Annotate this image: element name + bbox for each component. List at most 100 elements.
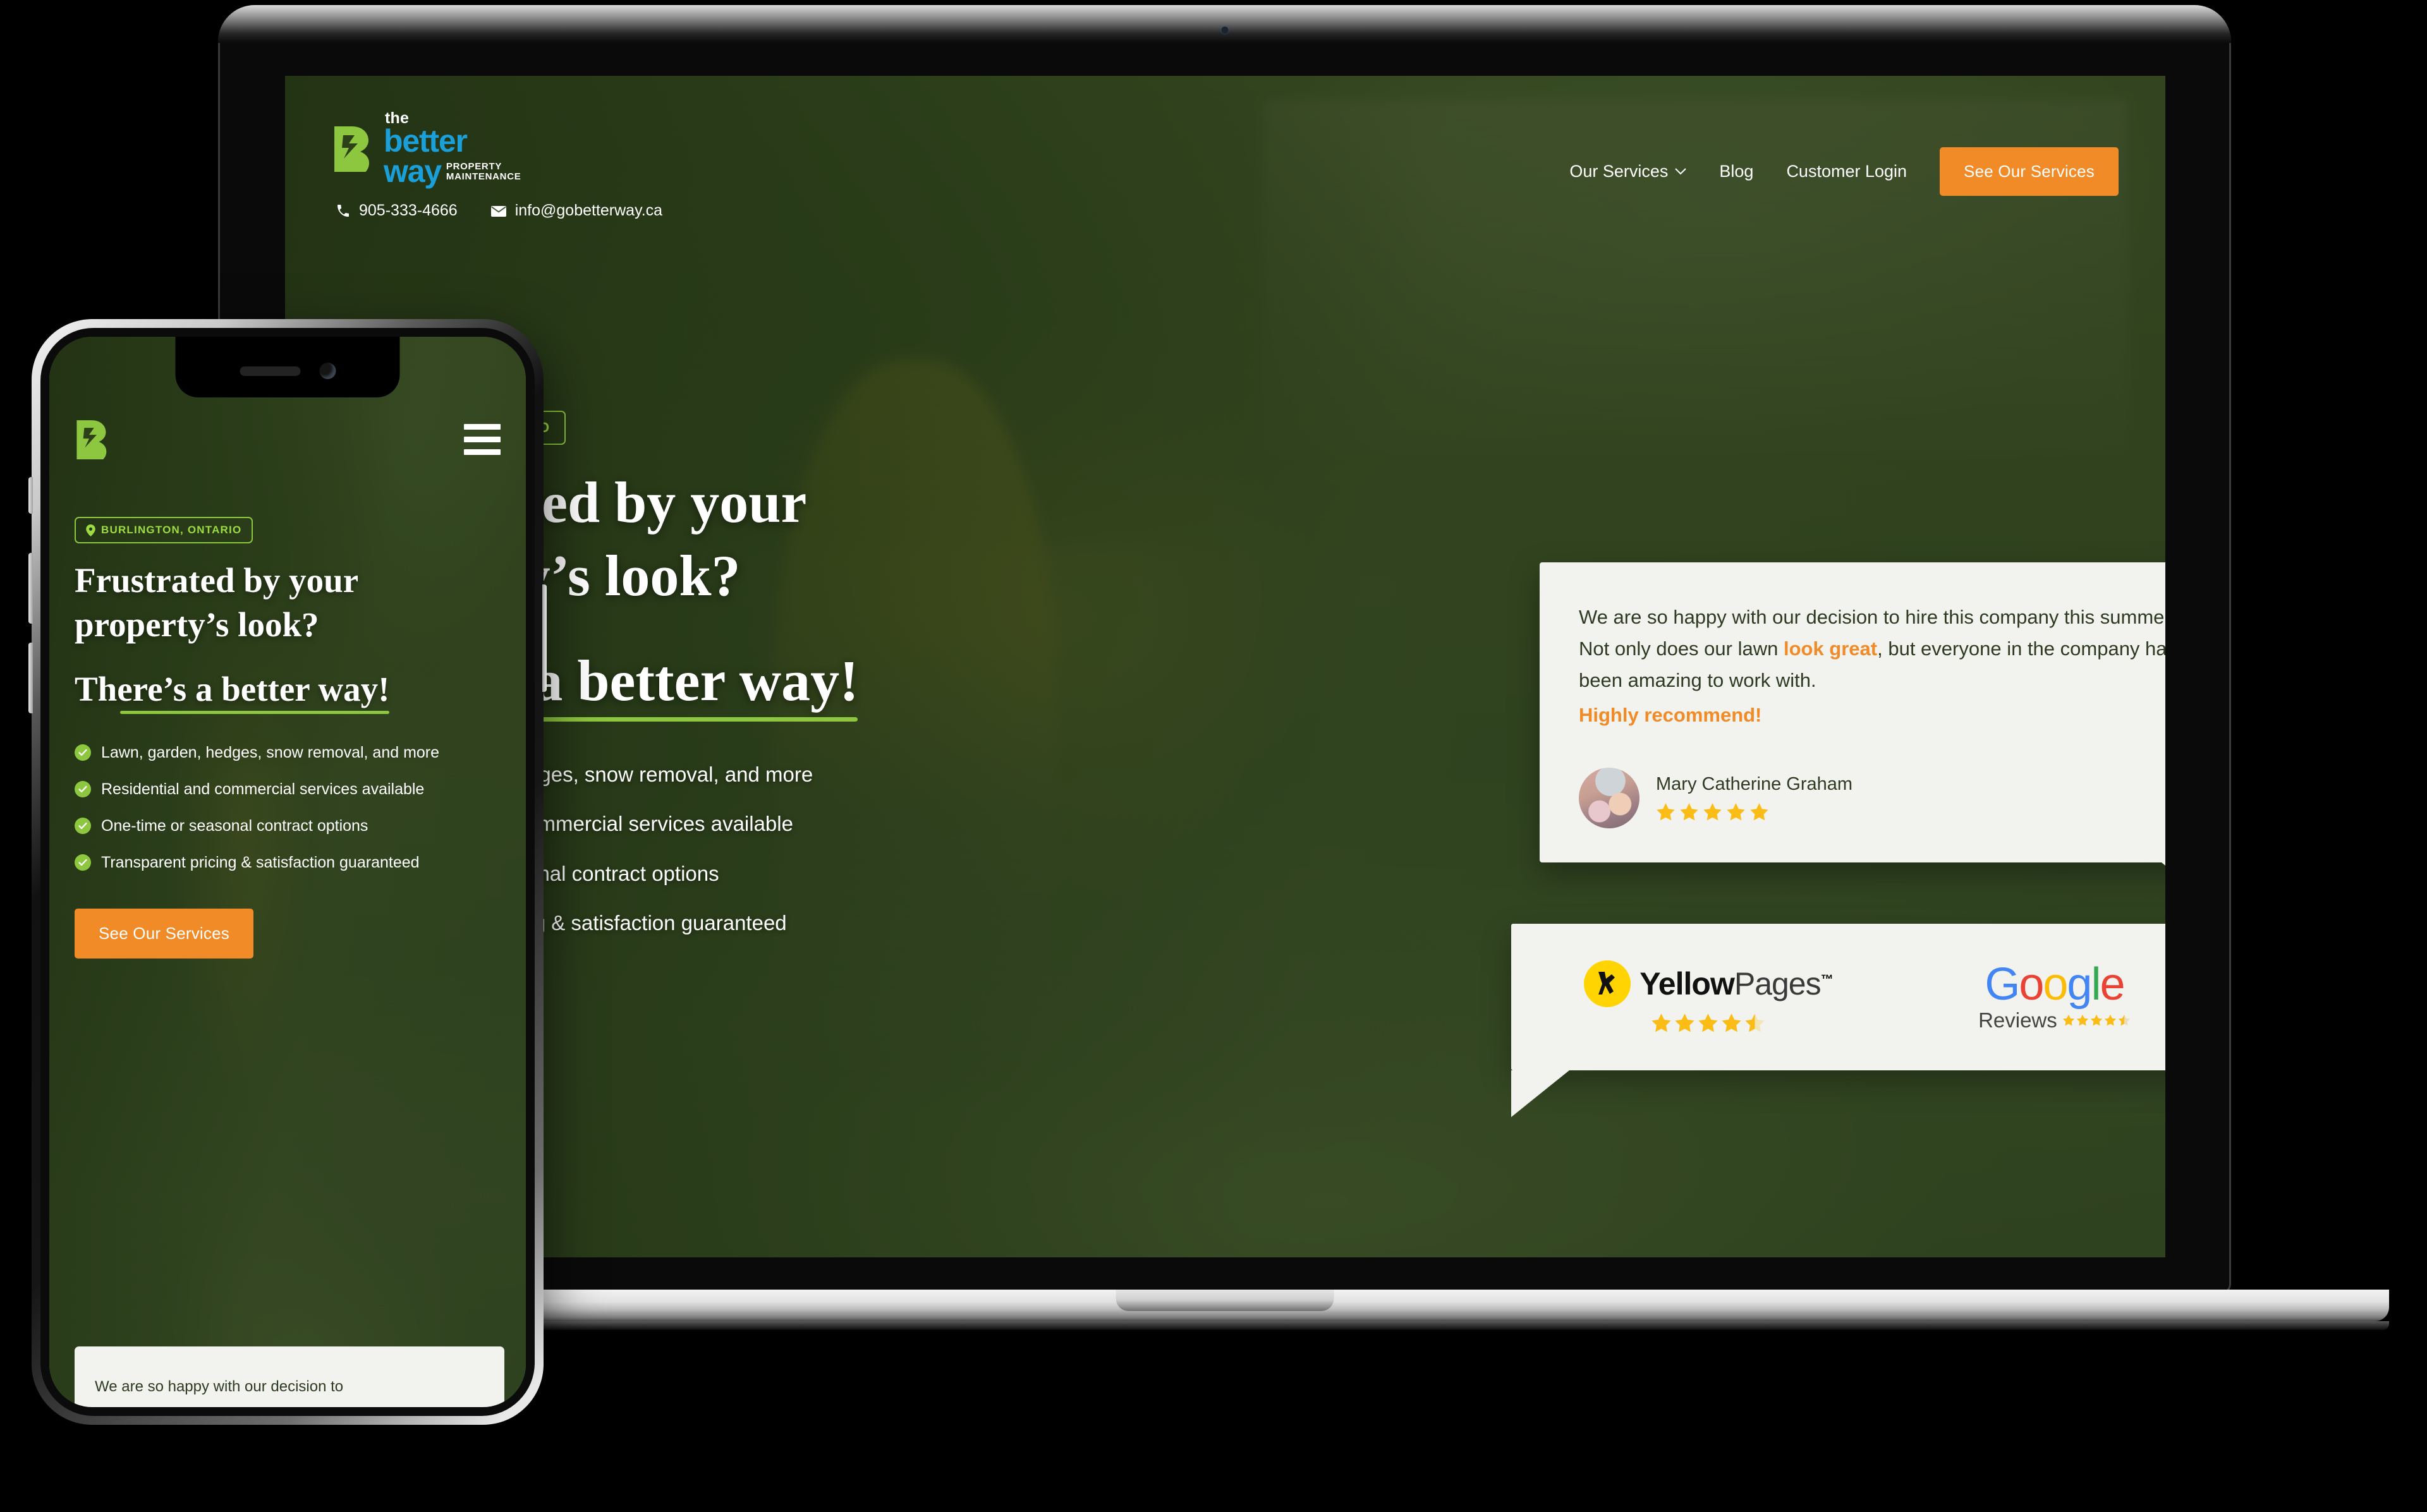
phone-link[interactable]: 905-333-4666 <box>336 202 458 220</box>
site-logo[interactable]: the better way PROPERTY MAINTENANCE <box>332 111 662 189</box>
mobile-headline-line-2: property’s look? <box>75 605 319 644</box>
yp-yellow: Yellow <box>1639 966 1735 1001</box>
google-letter-o2: o <box>2043 959 2068 1010</box>
star-icon <box>1657 803 1675 821</box>
mobile-website: BURLINGTON, ONTARIO Frustrated by your p… <box>49 337 526 1407</box>
yellowpages-wordmark: YellowPages™ <box>1639 965 1834 1002</box>
mobile-hero-headline: Frustrated by your property’s look? Ther… <box>75 559 504 714</box>
mobile-testimonial-text: We are so happy with our decision to <box>95 1378 344 1395</box>
google-letter-e: e <box>2100 959 2125 1010</box>
mobile-logo-b-mark-icon[interactable] <box>75 419 111 459</box>
logo-way: way <box>384 154 442 189</box>
mobile-bullet-text: Transparent pricing & satisfaction guara… <box>101 853 420 871</box>
laptop-screen: the better way PROPERTY MAINTENANCE 905-… <box>285 76 2165 1257</box>
mobile-see-our-services-button[interactable]: See Our Services <box>75 908 253 959</box>
mobile-hero-content: BURLINGTON, ONTARIO Frustrated by your p… <box>75 517 504 959</box>
yellowpages-badge[interactable]: YellowPages™ <box>1584 960 1834 1034</box>
nav-item-blog[interactable]: Blog <box>1719 162 1753 181</box>
star-icon <box>1675 1013 1695 1032</box>
phone-device-mockup: BURLINGTON, ONTARIO Frustrated by your p… <box>28 319 547 1425</box>
phone-volume-down-button[interactable] <box>28 643 33 713</box>
google-wordmark: Google <box>1985 959 2125 1010</box>
star-icon <box>2090 1014 2102 1026</box>
mobile-headline-line-3-wrap: There’s a better way! <box>75 667 390 714</box>
check-icon <box>78 785 87 792</box>
site-header: the better way PROPERTY MAINTENANCE 905-… <box>285 76 2165 220</box>
check-icon <box>78 749 87 756</box>
laptop-base-notch <box>1116 1290 1334 1311</box>
half-star-icon <box>1745 1013 1765 1032</box>
walking-fingers-glyph <box>1598 972 1615 995</box>
nav-label-our-services: Our Services <box>1569 162 1669 181</box>
star-icon <box>2076 1014 2088 1026</box>
google-letter-o1: o <box>2019 959 2044 1010</box>
logo-sub-maintenance: MAINTENANCE <box>446 171 521 182</box>
check-circle-icon <box>75 854 91 871</box>
nav-item-our-services[interactable]: Our Services <box>1569 162 1687 181</box>
mobile-location-badge: BURLINGTON, ONTARIO <box>75 517 253 543</box>
phone-volume-up-button[interactable] <box>28 553 33 624</box>
logo-wordmark: the better way PROPERTY MAINTENANCE <box>384 111 521 189</box>
mobile-bullet-item: Transparent pricing & satisfaction guara… <box>75 852 504 873</box>
phone-earpiece-speaker <box>240 366 300 376</box>
phone-icon <box>338 204 349 217</box>
envelope-icon <box>490 205 506 217</box>
brand-block: the better way PROPERTY MAINTENANCE 905-… <box>332 111 662 220</box>
email-link[interactable]: info@gobetterway.ca <box>490 202 662 220</box>
reviewer-name: Mary Catherine Graham <box>1656 773 1853 794</box>
mobile-bullet-item: Lawn, garden, hedges, snow removal, and … <box>75 742 504 763</box>
contact-row: 905-333-4666 info@gobetterway.ca <box>332 202 662 220</box>
screenshot-stage: the better way PROPERTY MAINTENANCE 905-… <box>0 0 2427 1512</box>
mobile-bullet-text: Lawn, garden, hedges, snow removal, and … <box>101 743 440 761</box>
star-icon <box>1750 803 1768 821</box>
nav-label-customer-login: Customer Login <box>1786 162 1907 181</box>
laptop-webcam-icon <box>1221 27 1228 33</box>
mobile-headline-line-1: Frustrated by your <box>75 561 359 600</box>
header-see-our-services-button[interactable]: See Our Services <box>1940 147 2119 196</box>
google-rating-stars <box>2062 1014 2131 1027</box>
phone-power-button[interactable] <box>542 584 547 692</box>
star-icon <box>1651 1013 1672 1032</box>
google-reviews-label: Reviews <box>1978 1008 2057 1032</box>
phone-mute-switch[interactable] <box>28 477 33 514</box>
check-circle-icon <box>75 744 91 761</box>
star-icon <box>1703 803 1722 821</box>
yp-trademark: ™ <box>1820 972 1834 987</box>
phone-screen: BURLINGTON, ONTARIO Frustrated by your p… <box>49 337 526 1407</box>
testimonial-card: We are so happy with our decision to hir… <box>1540 562 2165 918</box>
google-letter-g1: G <box>1985 959 2020 1010</box>
mobile-headline-line-3: There’s a better way! <box>75 669 390 708</box>
mobile-menu-hamburger-icon[interactable] <box>464 419 501 455</box>
google-letter-l: l <box>2091 959 2101 1010</box>
better-way-b-mark-icon <box>334 126 369 172</box>
nav-label-blog: Blog <box>1719 162 1754 181</box>
mobile-bullet-item: One-time or seasonal contract options <box>75 815 504 837</box>
email-address: info@gobetterway.ca <box>514 202 663 219</box>
mobile-headline-green-underline <box>120 710 390 714</box>
star-icon <box>1680 803 1698 821</box>
yp-pages: Pages <box>1734 966 1822 1001</box>
map-pin-icon <box>86 524 95 536</box>
mobile-location-badge-label: BURLINGTON, ONTARIO <box>101 524 242 536</box>
phone-number: 905-333-4666 <box>359 202 458 219</box>
half-star-icon <box>2118 1014 2130 1026</box>
star-icon <box>1698 1013 1718 1032</box>
yellowpages-rating-stars <box>1651 1013 1765 1034</box>
check-icon <box>78 859 87 866</box>
testimonial-highlight: look great <box>1783 638 1878 660</box>
rating-stars <box>1656 802 1852 822</box>
testimonial-recommend: Highly recommend! <box>1579 703 1762 726</box>
mobile-cta-wrap: See Our Services <box>75 908 504 959</box>
check-icon <box>78 822 87 829</box>
nav-item-customer-login[interactable]: Customer Login <box>1786 162 1907 181</box>
logo-better: better <box>384 123 468 159</box>
google-reviews-badge[interactable]: Google Reviews <box>1978 962 2131 1032</box>
main-navigation: Our Services Blog Customer Login See Our… <box>1569 111 2119 196</box>
phone-notch <box>175 337 400 397</box>
testimonial-reviewer: Mary Catherine Graham <box>1579 767 2165 828</box>
mobile-bullet-text: One-time or seasonal contract options <box>101 816 368 835</box>
chevron-down-icon <box>1675 168 1687 175</box>
yellowpages-walking-fingers-icon <box>1584 960 1631 1007</box>
mobile-bullet-list: Lawn, garden, hedges, snow removal, and … <box>75 742 504 873</box>
website-hero-section: the better way PROPERTY MAINTENANCE 905-… <box>285 76 2165 1257</box>
